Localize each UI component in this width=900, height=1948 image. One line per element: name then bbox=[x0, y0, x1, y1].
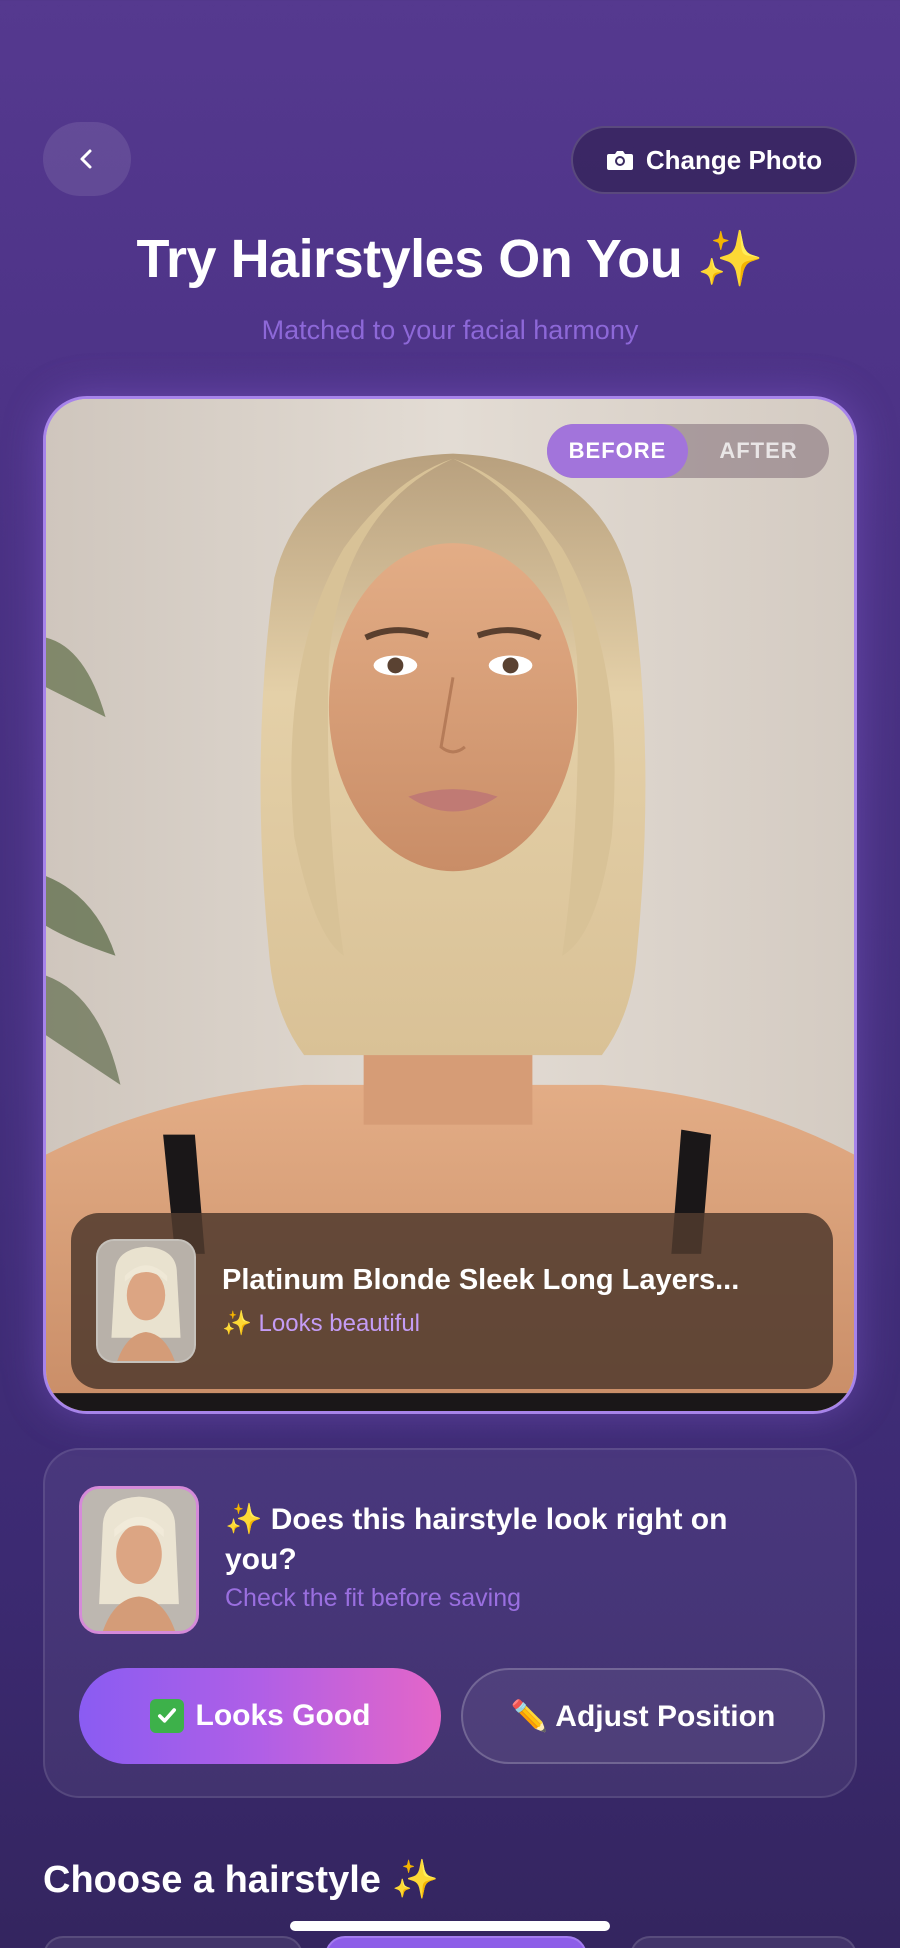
looks-good-button[interactable]: Looks Good bbox=[79, 1668, 441, 1764]
choose-hairstyle-heading: Choose a hairstyle ✨ bbox=[43, 1859, 439, 1901]
selected-style-overlay: Platinum Blonde Sleek Long Layers... ✨ L… bbox=[71, 1213, 833, 1389]
style-thumbnail bbox=[96, 1239, 196, 1363]
style-thumbnail bbox=[79, 1486, 199, 1634]
fit-question: ✨ Does this hairstyle look right on you? bbox=[225, 1503, 728, 1576]
style-name: Platinum Blonde Sleek Long Layers... bbox=[222, 1264, 740, 1296]
looks-good-label: Looks Good bbox=[195, 1699, 371, 1732]
camera-icon bbox=[606, 151, 633, 170]
fit-confirmation-card: ✨ Does this hairstyle look right on you?… bbox=[43, 1448, 857, 1798]
home-indicator bbox=[290, 1921, 610, 1931]
adjust-position-button[interactable]: ✏️ Adjust Position bbox=[461, 1668, 825, 1764]
chevron-left-icon bbox=[80, 149, 92, 169]
before-button[interactable]: BEFORE bbox=[547, 424, 688, 478]
hairstyle-option[interactable] bbox=[325, 1936, 587, 1948]
change-photo-button[interactable]: Change Photo bbox=[571, 126, 857, 194]
page-subtitle: Matched to your facial harmony bbox=[261, 315, 639, 345]
back-button[interactable] bbox=[43, 122, 131, 196]
hairstyle-option[interactable] bbox=[43, 1936, 303, 1948]
photo-preview: BEFORE AFTER Platinum Blonde Sleek Long … bbox=[43, 396, 857, 1414]
hairstyle-option[interactable] bbox=[630, 1936, 857, 1948]
page-title: Try Hairstyles On You ✨ bbox=[136, 229, 764, 289]
adjust-position-label: ✏️ Adjust Position bbox=[510, 1699, 776, 1733]
check-icon bbox=[149, 1699, 184, 1733]
fit-hint: Check the fit before saving bbox=[225, 1584, 521, 1612]
style-status: ✨ Looks beautiful bbox=[222, 1310, 420, 1337]
after-button[interactable]: AFTER bbox=[688, 424, 829, 478]
before-after-toggle[interactable]: BEFORE AFTER bbox=[547, 424, 829, 478]
change-photo-label: Change Photo bbox=[645, 144, 823, 175]
